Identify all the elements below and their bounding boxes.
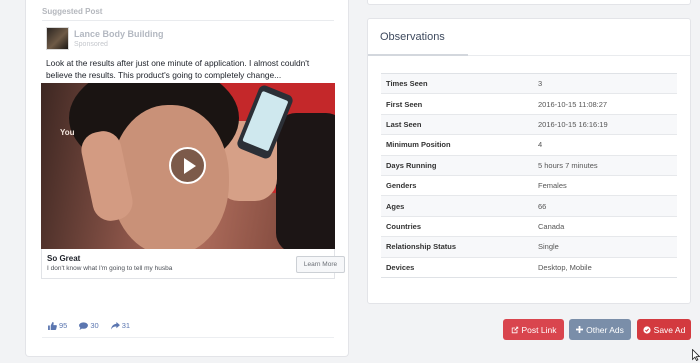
row-label: Countries	[381, 215, 533, 237]
likes-count[interactable]: 95	[48, 321, 67, 330]
divider	[42, 337, 334, 338]
table-row: Ages 66	[381, 195, 677, 217]
table-row: First Seen 2016-10-15 11:08:27	[381, 93, 677, 115]
link-title: So Great	[47, 254, 81, 263]
ad-video[interactable]: You	[41, 83, 335, 249]
row-value: Canada	[533, 215, 677, 237]
table-row: Genders Females	[381, 174, 677, 196]
comments-count[interactable]: 30	[79, 321, 99, 330]
table-row: Countries Canada	[381, 215, 677, 237]
video-thumbnail-face	[111, 105, 229, 249]
link-preview[interactable]: So Great I don't know what I'm going to …	[41, 249, 345, 279]
row-label: Genders	[381, 174, 533, 196]
row-value: Desktop, Mobile	[533, 256, 677, 278]
table-row: Devices Desktop, Mobile	[381, 256, 677, 278]
row-label: Devices	[381, 256, 533, 278]
row-value: 2016-10-15 16:16:19	[533, 113, 677, 135]
row-value: 66	[533, 195, 677, 217]
learn-more-button[interactable]: Learn More	[296, 256, 345, 273]
table-row: Minimum Position 4	[381, 134, 677, 156]
table-row: Relationship Status Single	[381, 236, 677, 258]
row-label: Minimum Position	[381, 134, 533, 156]
shares-count[interactable]: 31	[110, 321, 130, 330]
mouse-cursor-icon	[692, 349, 700, 361]
row-label: Last Seen	[381, 113, 533, 135]
row-label: Ages	[381, 195, 533, 217]
row-value: 3	[533, 72, 677, 94]
thumbs-up-icon	[48, 321, 57, 330]
row-label: Times Seen	[381, 72, 533, 94]
post-text: Look at the results after just one minut…	[46, 58, 310, 80]
video-overlay-text: You	[60, 128, 75, 137]
row-value: Single	[533, 236, 677, 258]
save-circle-icon	[643, 325, 651, 334]
plus-icon	[576, 326, 584, 333]
row-label: Days Running	[381, 154, 533, 176]
reaction-bar: 95 30 31	[48, 321, 130, 330]
observations-title: Observations	[380, 31, 445, 43]
row-value: 4	[533, 134, 677, 156]
external-link-icon	[511, 326, 518, 333]
share-icon	[110, 321, 120, 330]
row-label: First Seen	[381, 93, 533, 115]
page-avatar[interactable]	[46, 27, 69, 50]
table-row: Last Seen 2016-10-15 16:16:19	[381, 113, 677, 135]
comment-icon	[79, 321, 89, 330]
row-value: 2016-10-15 11:08:27	[533, 93, 677, 115]
table-row: Times Seen 3	[381, 72, 677, 94]
post-link-button[interactable]: Post Link	[503, 319, 564, 340]
page-name[interactable]: Lance Body Building	[74, 29, 164, 39]
observations-panel: Observations Times Seen 3 First Seen 2016-…	[367, 18, 691, 304]
ad-preview-card: Suggested Post Lance Body Building Spons…	[25, 0, 349, 357]
panel-stub	[367, 0, 691, 5]
tab-underline	[368, 54, 468, 56]
row-label: Relationship Status	[381, 236, 533, 258]
row-value: Females	[533, 174, 677, 196]
table-row: Days Running 5 hours 7 minutes	[381, 154, 677, 176]
other-ads-button[interactable]: Other Ads	[569, 319, 631, 340]
suggested-post-label: Suggested Post	[42, 7, 103, 16]
divider	[42, 20, 334, 21]
save-ad-button[interactable]: Save Ad	[637, 319, 691, 340]
observations-table: Times Seen 3 First Seen 2016-10-15 11:08:2…	[381, 72, 677, 278]
row-value: 5 hours 7 minutes	[533, 154, 677, 176]
link-description: I don't know what I'm going to tell my h…	[47, 265, 173, 272]
play-icon[interactable]	[169, 147, 206, 184]
sponsored-label: Sponsored	[74, 41, 108, 48]
